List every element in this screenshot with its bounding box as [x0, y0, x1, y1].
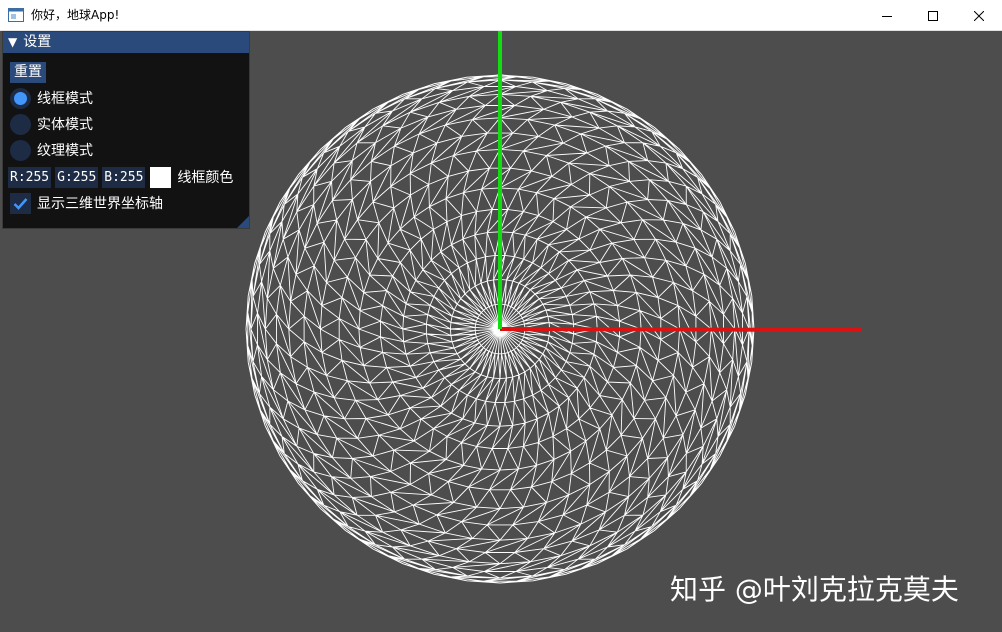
watermark: 知乎 @叶刘克拉克莫夫: [670, 573, 959, 606]
radio-button[interactable]: [10, 87, 31, 109]
resize-grip[interactable]: [237, 216, 249, 228]
radio-selected-dot: [14, 91, 27, 105]
window-title: 你好，地球App!: [31, 8, 120, 22]
show-axes-option[interactable]: 显示三维世界坐标轴: [10, 192, 163, 214]
radio-button[interactable]: [10, 113, 31, 135]
radio-label: 纹理模式: [37, 143, 93, 159]
checkmark-icon: [13, 197, 28, 210]
close-button[interactable]: [956, 0, 1002, 31]
wire-color-editor: R:255 G:255 B:255 线框颜色: [8, 166, 233, 188]
blue-channel-input[interactable]: B:255: [102, 166, 146, 188]
radio-label: 实体模式: [37, 117, 93, 133]
settings-panel-title: 设置: [23, 34, 52, 50]
app-window-icon: [8, 8, 24, 22]
show-axes-label: 显示三维世界坐标轴: [37, 196, 163, 212]
radio-label: 线框模式: [37, 91, 93, 107]
show-axes-checkbox[interactable]: [10, 192, 31, 214]
settings-panel[interactable]: ▼ 设置 重置 线框模式 实体模式 纹理模式 R:255 G:255 B:255…: [2, 31, 250, 229]
minimize-icon: [882, 15, 892, 17]
maximize-icon: [928, 10, 938, 21]
radio-button[interactable]: [10, 139, 31, 161]
title-bar: 你好，地球App!: [0, 0, 1002, 31]
radio-wireframe-mode[interactable]: 线框模式: [10, 87, 93, 109]
radio-texture-mode[interactable]: 纹理模式: [10, 139, 93, 161]
radio-solid-mode[interactable]: 实体模式: [10, 113, 93, 135]
minimize-button[interactable]: [864, 0, 910, 31]
wire-color-label: 线框颜色: [177, 170, 234, 186]
close-icon: [974, 10, 984, 21]
settings-panel-header[interactable]: ▼ 设置: [3, 32, 249, 53]
triangle-down-icon[interactable]: ▼: [8, 32, 17, 53]
green-channel-input[interactable]: G:255: [55, 166, 99, 188]
red-channel-input[interactable]: R:255: [8, 166, 52, 188]
reset-button[interactable]: 重置: [10, 62, 46, 83]
maximize-button[interactable]: [910, 0, 956, 31]
x-axis: [499, 327, 863, 332]
color-swatch[interactable]: [150, 166, 172, 188]
